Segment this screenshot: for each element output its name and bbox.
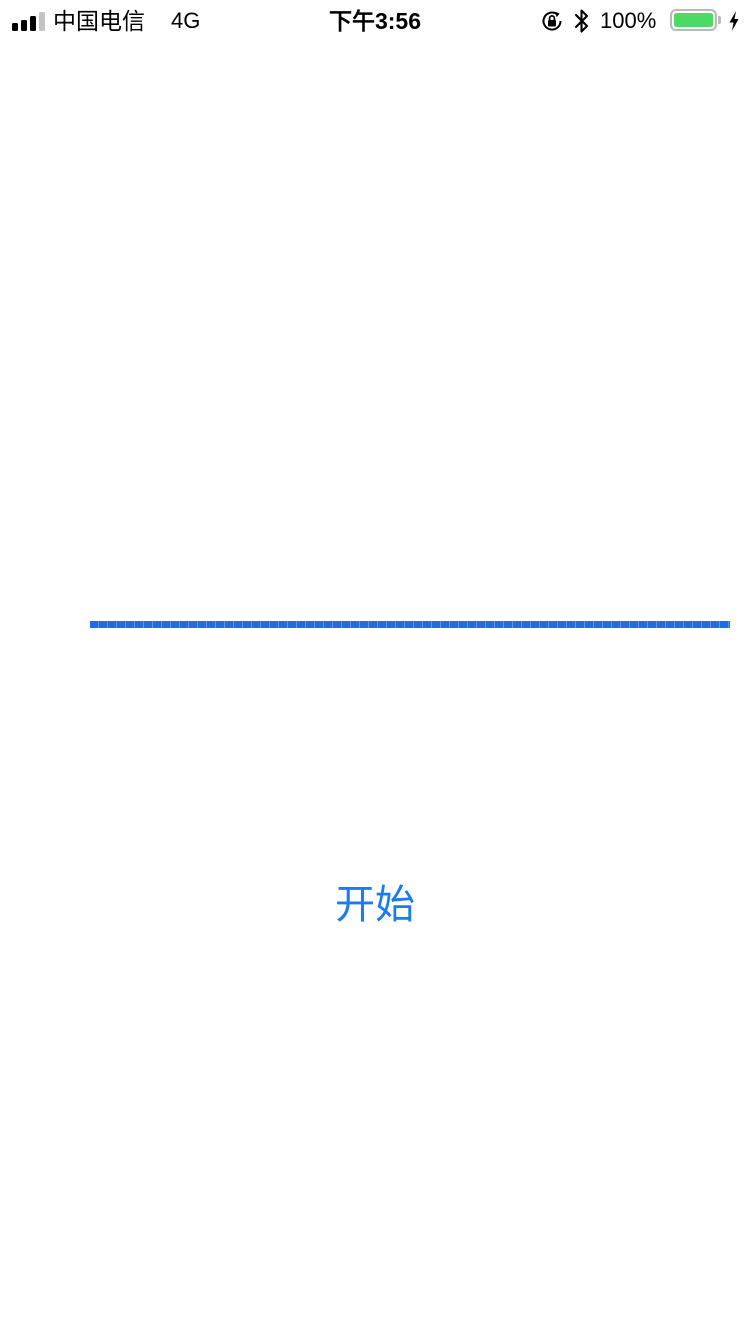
battery-level-fill — [674, 13, 713, 27]
battery-percentage: 100% — [600, 8, 657, 33]
battery-icon — [670, 9, 717, 31]
progress-bar-fill — [90, 621, 730, 628]
status-bar: 中国电信 4G 下午3:56 100% — [0, 0, 750, 40]
bluetooth-icon — [574, 9, 589, 33]
charging-bolt-icon — [729, 11, 739, 31]
orientation-lock-icon — [542, 11, 562, 31]
battery-cap — [718, 16, 721, 24]
start-button[interactable]: 开始 — [275, 870, 475, 940]
progress-bar — [90, 621, 730, 628]
